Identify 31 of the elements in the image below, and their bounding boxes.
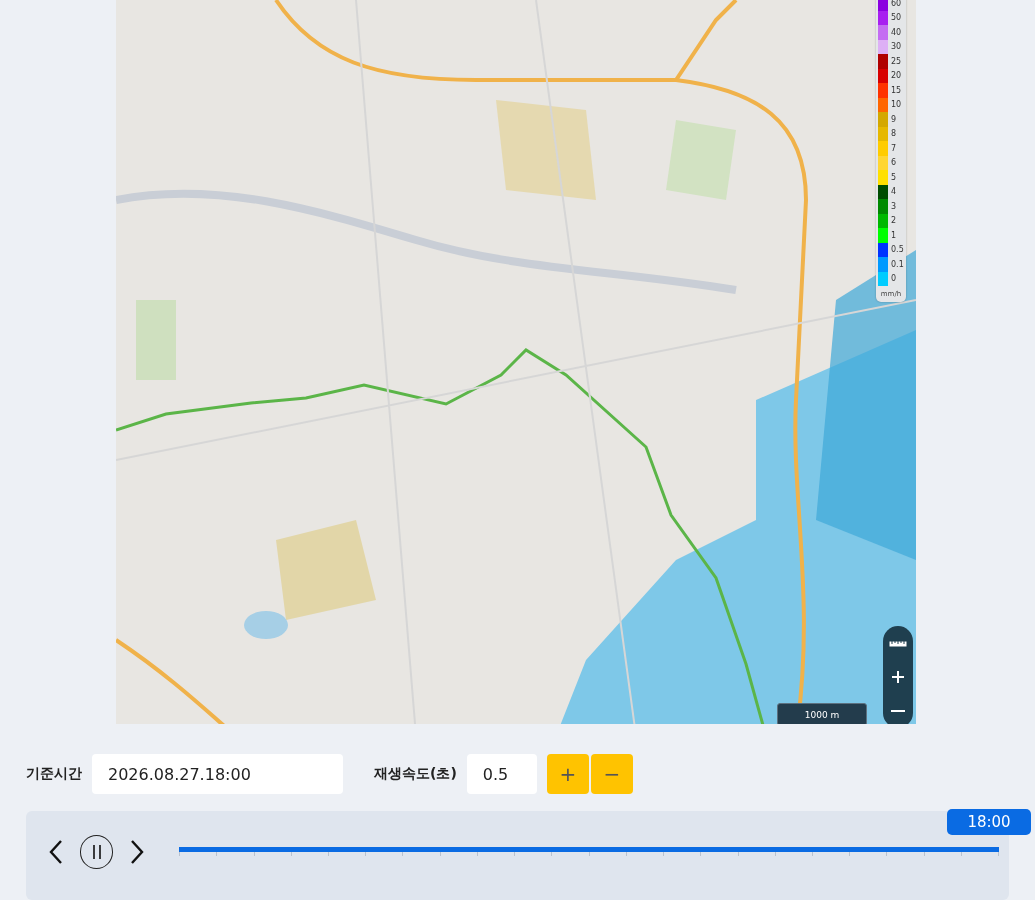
legend-label: 60 (891, 0, 902, 8)
legend-label: 15 (891, 85, 902, 95)
pause-button[interactable] (79, 835, 114, 870)
legend-label: 7 (891, 143, 897, 153)
legend-label: 0.1 (891, 259, 904, 269)
field-label: 기준시간 (26, 765, 82, 784)
timeline-track[interactable] (179, 847, 1000, 857)
legend-label: 9 (891, 114, 897, 124)
legend-label: 25 (891, 56, 902, 66)
speed-field[interactable]: 0.5 (466, 754, 537, 795)
time-field[interactable]: 2026.08.27.18:00 (92, 754, 343, 795)
increase-button[interactable]: + (546, 754, 589, 795)
field-label: 재생속도(초) (374, 765, 457, 784)
decrease-button[interactable]: − (590, 754, 633, 795)
legend-label: 8 (891, 129, 897, 139)
legend-label: 0.5 (891, 245, 904, 255)
legend-label: 0 (891, 274, 897, 284)
legend-label: 40 (891, 27, 902, 37)
legend-label: 6 (891, 158, 897, 168)
legend-label: 3 (891, 201, 897, 211)
legend-label: 20 (891, 71, 902, 81)
legend-label: 5 (891, 172, 897, 182)
legend-label: 50 (891, 13, 902, 23)
legend-label: 1 (891, 230, 897, 240)
legend-label: 2 (891, 216, 897, 226)
scale-bar: 1000 m (777, 703, 867, 725)
legend-label: 30 (891, 42, 902, 52)
legend-label: 10 (891, 100, 902, 110)
pause-icon (90, 844, 103, 861)
legend-label: 4 (891, 187, 897, 197)
time-tooltip: 18:00 (947, 809, 1031, 836)
